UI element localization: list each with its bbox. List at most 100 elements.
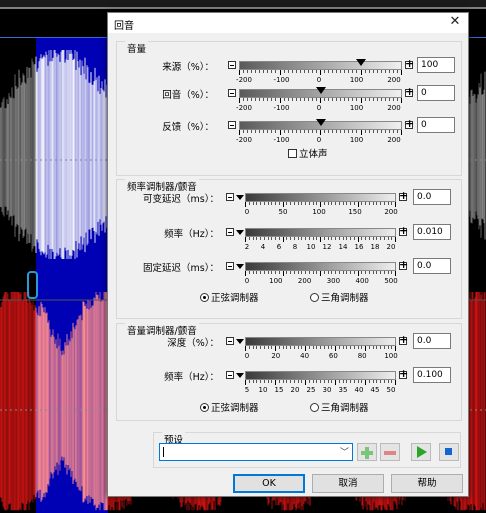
play-button[interactable] (411, 443, 431, 461)
stereo-checkbox[interactable]: 立体声 (288, 146, 328, 160)
increase-button[interactable] (405, 117, 414, 130)
tick-mark (243, 70, 245, 73)
tick-mark (256, 237, 258, 240)
scale-label: 40 (300, 352, 310, 360)
tick-mark (376, 98, 378, 101)
chevron-down-icon[interactable]: ﹀ (340, 445, 349, 458)
volume-slider-track[interactable] (239, 59, 402, 70)
decrease-button[interactable] (226, 262, 234, 270)
decrease-button[interactable] (226, 371, 234, 379)
tick-mark (361, 380, 363, 383)
chevron-down-icon[interactable] (235, 228, 245, 237)
ok-button[interactable]: OK (233, 474, 305, 493)
tick-mark (335, 271, 336, 274)
increase-button[interactable] (399, 333, 408, 346)
fm-slider-track[interactable] (245, 193, 396, 202)
scale-label: 200 (297, 277, 312, 285)
help-button[interactable]: 帮助 (391, 474, 463, 493)
radio-dot[interactable] (310, 293, 319, 302)
tick-mark (287, 130, 289, 133)
tick-mark (263, 346, 265, 349)
tick-mark (356, 130, 358, 133)
tick-mark (368, 237, 370, 240)
fm-value-field[interactable]: 0.0 (413, 258, 451, 274)
preset-combo[interactable]: ﹀ (159, 443, 353, 461)
tick-mark (320, 98, 321, 103)
scale-label: 25 (306, 386, 316, 394)
tick-mark (342, 271, 344, 274)
am-value-field[interactable]: 0.100 (413, 367, 451, 383)
tick-mark (352, 98, 354, 101)
tick-mark (275, 130, 277, 133)
tick-mark (239, 70, 240, 75)
volume-value-field[interactable]: 0 (417, 85, 455, 101)
fm-slider-track[interactable] (245, 262, 396, 271)
am-radio-sine[interactable]: 正弦调制器 (200, 400, 259, 414)
slider-thumb[interactable] (315, 119, 326, 126)
tick-mark (383, 271, 385, 274)
tick-mark (239, 130, 240, 135)
tick-mark (360, 98, 362, 103)
tick-mark (395, 202, 396, 207)
fm-value-field[interactable]: 0.010 (413, 224, 451, 240)
cancel-button[interactable]: 取消 (312, 474, 384, 493)
chevron-down-icon[interactable] (235, 193, 245, 202)
increase-button[interactable] (399, 367, 408, 380)
tick-mark (338, 237, 340, 240)
slider-scale: -200 -100 0 100 200 (236, 136, 402, 146)
fm-radio-sine[interactable]: 正弦调制器 (200, 290, 259, 304)
am-slider-track[interactable] (245, 337, 396, 346)
radio-dot[interactable] (310, 403, 319, 412)
am-value-field[interactable]: 0.0 (413, 333, 451, 349)
tick-mark (344, 98, 346, 101)
decrease-button[interactable] (226, 228, 234, 236)
close-icon[interactable]: ✕ (448, 15, 462, 29)
radio-dot[interactable] (200, 403, 209, 412)
tick-mark (361, 237, 363, 240)
decrease-button[interactable] (228, 121, 236, 129)
checkbox-box[interactable] (288, 149, 297, 158)
decrease-button[interactable] (226, 193, 234, 201)
am-radio-triangle[interactable]: 三角调制器 (310, 400, 369, 414)
volume-value-field[interactable]: 100 (417, 57, 455, 73)
tick-mark (260, 346, 261, 349)
decrease-button[interactable] (228, 89, 236, 97)
volume-slider-track[interactable] (239, 87, 402, 98)
decrease-button[interactable] (226, 337, 234, 345)
am-slider-track[interactable] (245, 371, 396, 380)
increase-button[interactable] (399, 189, 408, 202)
fm-value-field[interactable]: 0.0 (413, 189, 451, 205)
remove-preset-button[interactable] (380, 443, 400, 461)
volume-slider-track[interactable] (239, 119, 402, 130)
tick-mark (323, 202, 325, 205)
increase-button[interactable] (399, 258, 408, 271)
increase-button[interactable] (405, 85, 414, 98)
radio-dot[interactable] (200, 293, 209, 302)
add-preset-button[interactable] (357, 443, 377, 461)
tick-mark (305, 346, 306, 351)
tick-mark (267, 346, 269, 349)
tick-mark (368, 98, 370, 101)
stop-button[interactable] (439, 443, 459, 461)
tick-mark (380, 98, 382, 101)
slider-thumb[interactable] (355, 59, 366, 66)
tick-mark (271, 271, 273, 274)
chevron-down-icon[interactable] (235, 337, 245, 346)
chevron-down-icon[interactable] (235, 371, 245, 380)
tick-mark (275, 202, 276, 205)
tick-mark (346, 271, 348, 274)
increase-button[interactable] (399, 224, 408, 237)
slider-thumb[interactable] (315, 87, 326, 94)
fm-slider-track[interactable] (245, 228, 396, 237)
decrease-button[interactable] (228, 61, 236, 69)
volume-value-field[interactable]: 0 (417, 117, 455, 133)
tick-mark (365, 237, 366, 240)
chevron-down-icon[interactable] (235, 262, 245, 271)
tick-mark (323, 271, 325, 274)
tick-mark (332, 98, 334, 101)
increase-button[interactable] (405, 57, 414, 70)
tick-mark (365, 202, 366, 205)
tick-mark (301, 271, 303, 274)
scale-label: 150 (348, 208, 362, 216)
fm-radio-triangle[interactable]: 三角调制器 (310, 290, 369, 304)
